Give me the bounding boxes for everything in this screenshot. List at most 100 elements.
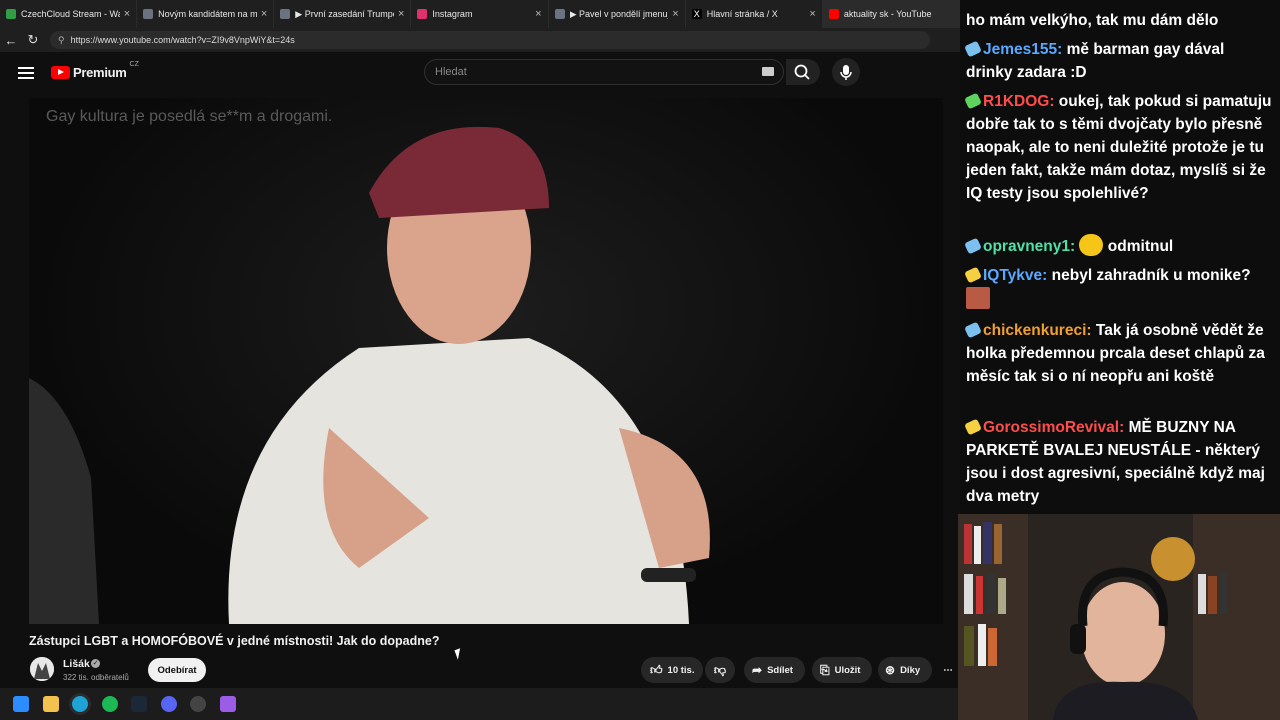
tab-favicon-icon <box>143 9 154 19</box>
chat-badge-icon <box>964 237 982 255</box>
chat-message: opravneny1: odmitnul <box>964 234 1274 258</box>
file-explorer-icon[interactable] <box>43 696 59 712</box>
country-code: CZ <box>129 61 139 68</box>
like-button[interactable]: 👍︎ 10 tis. <box>641 657 703 683</box>
video-title: Zástupci LGBT a HOMOFÓBOVÉ v jedné místn… <box>29 634 440 648</box>
chat-badge-icon <box>964 92 982 110</box>
url-text: https://www.youtube.com/watch?v=ZI9v8Vnp… <box>70 35 295 45</box>
chat-badge-icon <box>964 40 982 58</box>
thanks-label: Díky <box>900 664 921 676</box>
browser-tab[interactable]: Instagram × <box>411 0 549 28</box>
address-toolbar: ← ↻ ⚲ https://www.youtube.com/watch?v=ZI… <box>0 28 960 52</box>
youtube-logo[interactable]: Premium CZ <box>51 61 139 80</box>
browser-tab-active[interactable]: aktuality sk - YouTube <box>822 0 960 28</box>
close-tab-icon[interactable]: × <box>398 8 404 20</box>
channel-avatar[interactable] <box>30 657 54 681</box>
copilot-icon[interactable] <box>220 696 236 712</box>
avatar-image <box>30 657 54 681</box>
share-label: Sdílet <box>767 664 793 676</box>
search-icon <box>794 64 810 80</box>
close-tab-icon[interactable]: × <box>535 8 541 20</box>
more-actions-button[interactable]: ⋯ <box>937 657 959 683</box>
dislike-button[interactable]: 👎︎ <box>705 657 735 683</box>
youtube-header: Premium CZ Hledat <box>0 52 960 94</box>
microphone-icon <box>840 65 852 80</box>
thumbs-up-icon: 👍︎ <box>650 662 663 677</box>
channel-name[interactable]: Lišák <box>63 658 90 670</box>
chat-message: Jemes155: mě barman gay dával drinky zad… <box>964 38 1274 84</box>
save-button[interactable]: ⎘ Uložit <box>812 657 872 683</box>
browser-tab[interactable]: ▶ Pavel v pondělí jmenuje Č× <box>549 0 686 28</box>
tab-title: ▶ Pavel v pondělí jmenuje Č <box>569 8 669 19</box>
menu-icon[interactable] <box>18 64 34 80</box>
instagram-icon <box>417 9 428 19</box>
thanks-icon: ⊛ <box>885 663 896 677</box>
search-button[interactable] <box>786 59 820 85</box>
tab-title: aktuality sk - YouTube <box>843 9 932 19</box>
laughing-emote-icon <box>1079 234 1104 256</box>
voice-search-button[interactable] <box>832 58 860 86</box>
chat-message: chickenkureci: Tak já osobně vědět že ho… <box>964 319 1274 388</box>
face-emote-icon <box>966 287 990 309</box>
mouse-cursor <box>454 648 464 660</box>
chat-username[interactable]: GorossimoRevival: <box>983 419 1124 436</box>
browser-tab[interactable]: CzechCloud Stream - Watch I × <box>0 0 138 28</box>
chat-username[interactable]: opravneny1: <box>983 238 1075 255</box>
close-tab-icon[interactable]: × <box>809 8 815 20</box>
app-icon[interactable] <box>190 696 206 712</box>
thanks-button[interactable]: ⊛ Díky <box>878 657 932 683</box>
edge-browser-icon[interactable] <box>72 696 88 712</box>
share-button[interactable]: ➦ Sdílet <box>744 657 805 683</box>
spotify-icon[interactable] <box>102 696 118 712</box>
webcam-image <box>958 514 1280 720</box>
steam-icon[interactable] <box>131 696 147 712</box>
search-placeholder: Hledat <box>435 66 467 78</box>
chat-username[interactable]: Jemes155: <box>983 41 1062 58</box>
search-input[interactable]: Hledat <box>424 59 784 85</box>
chat-text: odmitnul <box>1107 238 1174 255</box>
chat-message: GorossimoRevival: MĚ BUZNY NA PARKETĚ BV… <box>964 416 1274 508</box>
share-icon: ➦ <box>752 663 763 677</box>
reload-icon[interactable]: ↻ <box>22 32 44 48</box>
thumbs-down-icon: 👎︎ <box>713 662 727 677</box>
tab-title: Hlavní stránka / X <box>706 9 778 19</box>
save-label: Uložit <box>834 664 861 676</box>
chat-badge-icon <box>964 266 982 284</box>
chat-username[interactable]: IQTykve: <box>983 267 1047 284</box>
close-tab-icon[interactable]: × <box>124 8 130 20</box>
chat-username[interactable]: R1KDOG: <box>983 93 1054 110</box>
like-count: 10 tis. <box>667 664 695 676</box>
site-info-icon[interactable]: ⚲ <box>58 35 65 46</box>
tab-favicon-icon <box>6 9 16 19</box>
close-tab-icon[interactable]: × <box>672 8 678 20</box>
address-bar[interactable]: ⚲ https://www.youtube.com/watch?v=ZI9v8V… <box>50 31 930 49</box>
discord-icon[interactable] <box>161 696 177 712</box>
tab-bar: CzechCloud Stream - Watch I × Novým kandi… <box>0 0 960 28</box>
subscriber-count: 322 tis. odběratelů <box>63 673 129 682</box>
chat-text: ho mám velkýho, tak mu dám dělo <box>966 12 1219 29</box>
browser-tab[interactable]: ▶ První zasedání Trumpovy R × <box>274 0 412 28</box>
chat-username[interactable]: chickenkureci: <box>983 322 1092 339</box>
tab-title: ▶ První zasedání Trumpovy R <box>295 8 394 19</box>
video-player[interactable]: Gay kultura je posedlá se**m a drogami. <box>29 98 943 624</box>
x-logo-icon: X <box>691 9 702 19</box>
back-arrow-icon[interactable]: ← <box>0 33 22 48</box>
chat-message: R1KDOG: oukej, tak pokud si pamatuju dob… <box>964 90 1274 205</box>
close-tab-icon[interactable]: × <box>261 8 267 20</box>
video-person-image <box>29 126 710 624</box>
bookmark-icon: ⎘ <box>820 662 830 677</box>
tab-title: Instagram <box>432 9 473 19</box>
youtube-play-icon <box>51 66 70 79</box>
windows-start-icon[interactable] <box>13 696 29 712</box>
browser-tab[interactable]: X Hlavní stránka / X × <box>686 0 823 28</box>
subscribe-button[interactable]: Odebírat <box>148 658 206 682</box>
webcam-feed <box>958 514 1280 720</box>
stream-chat: xho mám velkýho, tak mu dám dělo Jemes15… <box>960 0 1280 514</box>
browser-tab[interactable]: Novým kandidátem na minis × <box>137 0 275 28</box>
tab-title: CzechCloud Stream - Watch I <box>21 9 120 19</box>
verified-icon: ✓ <box>91 659 100 668</box>
chat-message: IQTykve: nebyl zahradník u monike? <box>964 264 1274 311</box>
keyboard-icon[interactable] <box>762 67 774 76</box>
more-icon: ⋯ <box>943 664 953 676</box>
chat-badge-icon <box>964 418 982 436</box>
